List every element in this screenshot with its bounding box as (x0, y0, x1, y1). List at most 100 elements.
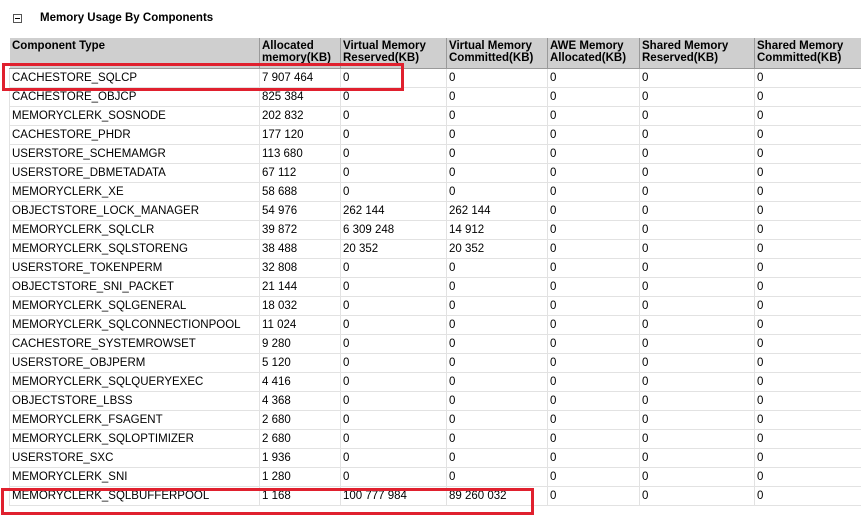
shared-committed-cell: 0 (754, 68, 861, 88)
shared-reserved-cell: 0 (639, 277, 755, 297)
allocated-memory-cell: 1 936 (259, 448, 341, 468)
vm-committed-cell: 0 (446, 391, 548, 411)
component-type-cell: MEMORYCLERK_SQLSTORENG (9, 239, 260, 259)
shared-committed-cell: 0 (754, 239, 861, 259)
allocated-memory-cell: 9 280 (259, 334, 341, 354)
allocated-memory-cell: 54 976 (259, 201, 341, 221)
component-type-cell: USERSTORE_SCHEMAMGR (9, 144, 260, 164)
component-type-cell: MEMORYCLERK_SQLGENERAL (9, 296, 260, 316)
shared-reserved-cell: 0 (639, 144, 755, 164)
vm-committed-cell: 0 (446, 467, 548, 487)
awe-allocated-cell: 0 (547, 144, 640, 164)
table-row[interactable]: MEMORYCLERK_SQLBUFFERPOOL 1 168 100 777 98… (9, 486, 861, 506)
table-row[interactable]: MEMORYCLERK_SOSNODE 202 832 0 0 0 0 0 (9, 106, 861, 126)
table-row[interactable]: OBJECTSTORE_LBSS 4 368 0 0 0 0 0 (9, 391, 861, 411)
vm-committed-cell: 0 (446, 258, 548, 278)
awe-allocated-cell: 0 (547, 87, 640, 107)
component-type-cell: MEMORYCLERK_FSAGENT (9, 410, 260, 430)
allocated-memory-cell: 11 024 (259, 315, 341, 335)
shared-committed-cell: 0 (754, 467, 861, 487)
shared-committed-cell: 0 (754, 429, 861, 449)
awe-allocated-cell: 0 (547, 315, 640, 335)
vm-reserved-cell: 0 (340, 258, 447, 278)
vm-committed-cell: 0 (446, 277, 548, 297)
memory-usage-grid: Component Type Allocated memory(KB) Virt… (9, 38, 861, 515)
column-header-shared-memory-reserved[interactable]: Shared Memory Reserved(KB) (639, 38, 755, 69)
vm-committed-cell: 0 (446, 334, 548, 354)
table-row[interactable]: USERSTORE_TOKENPERM 32 808 0 0 0 0 0 (9, 258, 861, 278)
column-header-awe-memory-allocated[interactable]: AWE Memory Allocated(KB) (547, 38, 640, 69)
table-row[interactable]: MEMORYCLERK_SQLQUERYEXEC 4 416 0 0 0 0 0 (9, 372, 861, 392)
vm-reserved-cell: 0 (340, 429, 447, 449)
vm-committed-cell: 0 (446, 87, 548, 107)
vm-committed-cell: 89 260 032 (446, 486, 548, 506)
vm-reserved-cell: 0 (340, 334, 447, 354)
table-row[interactable]: USERSTORE_OBJPERM 5 120 0 0 0 0 0 (9, 353, 861, 373)
component-type-cell: MEMORYCLERK_SQLOPTIMIZER (9, 429, 260, 449)
vm-committed-cell: 0 (446, 429, 548, 449)
table-row[interactable]: MEMORYCLERK_FSAGENT 2 680 0 0 0 0 0 (9, 410, 861, 430)
section-title: Memory Usage By Components (40, 12, 214, 24)
table-row[interactable]: CACHESTORE_SQLCP 7 907 464 0 0 0 0 0 (9, 68, 861, 88)
shared-reserved-cell: 0 (639, 239, 755, 259)
table-row[interactable]: CACHESTORE_OBJCP 825 384 0 0 0 0 0 (9, 87, 861, 107)
awe-allocated-cell: 0 (547, 391, 640, 411)
allocated-memory-cell: 58 688 (259, 182, 341, 202)
table-row[interactable]: MEMORYCLERK_SQLOPTIMIZER 2 680 0 0 0 0 0 (9, 429, 861, 449)
column-header-virtual-memory-committed[interactable]: Virtual Memory Committed(KB) (446, 38, 548, 69)
component-type-cell: MEMORYCLERK_XE (9, 182, 260, 202)
vm-committed-cell: 0 (446, 372, 548, 392)
column-header-component-type[interactable]: Component Type (9, 38, 260, 69)
vm-committed-cell: 0 (446, 410, 548, 430)
collapse-icon[interactable] (13, 13, 22, 23)
component-type-cell: CACHESTORE_OBJCP (9, 87, 260, 107)
column-header-virtual-memory-reserved[interactable]: Virtual Memory Reserved(KB) (340, 38, 447, 69)
table-body: CACHESTORE_SQLCP 7 907 464 0 0 0 0 0 CACHESTORE… (9, 68, 861, 506)
table-row[interactable]: OBJECTSTORE_SNI_PACKET 21 144 0 0 0 0 0 (9, 277, 861, 297)
shared-committed-cell: 0 (754, 296, 861, 316)
awe-allocated-cell: 0 (547, 334, 640, 354)
table-row[interactable]: MEMORYCLERK_SQLCONNECTIONPOOL 11 024 0 0 0 0 0 (9, 315, 861, 335)
table-row[interactable]: OBJECTSTORE_LOCK_MANAGER 54 976 262 144 262… (9, 201, 861, 221)
column-header-allocated-memory[interactable]: Allocated memory(KB) (259, 38, 341, 69)
shared-reserved-cell: 0 (639, 125, 755, 145)
shared-committed-cell: 0 (754, 410, 861, 430)
column-header-shared-memory-committed[interactable]: Shared Memory Committed(KB) (754, 38, 861, 69)
table-row[interactable]: USERSTORE_SXC 1 936 0 0 0 0 0 (9, 448, 861, 468)
component-type-cell: MEMORYCLERK_SQLCLR (9, 220, 260, 240)
table-row[interactable]: MEMORYCLERK_SQLSTORENG 38 488 20 352 20 352… (9, 239, 861, 259)
table-row[interactable]: MEMORYCLERK_SQLGENERAL 18 032 0 0 0 0 0 (9, 296, 861, 316)
allocated-memory-cell: 5 120 (259, 353, 341, 373)
vm-reserved-cell: 0 (340, 106, 447, 126)
vm-committed-cell: 0 (446, 125, 548, 145)
shared-reserved-cell: 0 (639, 163, 755, 183)
vm-reserved-cell: 0 (340, 68, 447, 88)
shared-reserved-cell: 0 (639, 448, 755, 468)
vm-committed-cell: 20 352 (446, 239, 548, 259)
component-type-cell: OBJECTSTORE_SNI_PACKET (9, 277, 260, 297)
shared-reserved-cell: 0 (639, 429, 755, 449)
component-type-cell: USERSTORE_TOKENPERM (9, 258, 260, 278)
table-row[interactable]: CACHESTORE_PHDR 177 120 0 0 0 0 0 (9, 125, 861, 145)
shared-committed-cell: 0 (754, 353, 861, 373)
table-row[interactable]: MEMORYCLERK_SQLCLR 39 872 6 309 248 14 912 0… (9, 220, 861, 240)
allocated-memory-cell: 1 168 (259, 486, 341, 506)
table-row[interactable]: MEMORYCLERK_XE 58 688 0 0 0 0 0 (9, 182, 861, 202)
awe-allocated-cell: 0 (547, 239, 640, 259)
shared-committed-cell: 0 (754, 315, 861, 335)
awe-allocated-cell: 0 (547, 296, 640, 316)
table-row[interactable]: USERSTORE_SCHEMAMGR 113 680 0 0 0 0 0 (9, 144, 861, 164)
table-row[interactable]: MEMORYCLERK_SNI 1 280 0 0 0 0 0 (9, 467, 861, 487)
vm-committed-cell: 0 (446, 68, 548, 88)
component-type-cell: USERSTORE_OBJPERM (9, 353, 260, 373)
shared-reserved-cell: 0 (639, 182, 755, 202)
shared-committed-cell: 0 (754, 87, 861, 107)
component-type-cell: MEMORYCLERK_SOSNODE (9, 106, 260, 126)
table-row[interactable]: CACHESTORE_SYSTEMROWSET 9 280 0 0 0 0 0 (9, 334, 861, 354)
shared-committed-cell: 0 (754, 163, 861, 183)
awe-allocated-cell: 0 (547, 410, 640, 430)
component-type-cell: USERSTORE_DBMETADATA (9, 163, 260, 183)
shared-committed-cell: 0 (754, 201, 861, 221)
shared-committed-cell: 0 (754, 220, 861, 240)
table-row[interactable]: USERSTORE_DBMETADATA 67 112 0 0 0 0 0 (9, 163, 861, 183)
